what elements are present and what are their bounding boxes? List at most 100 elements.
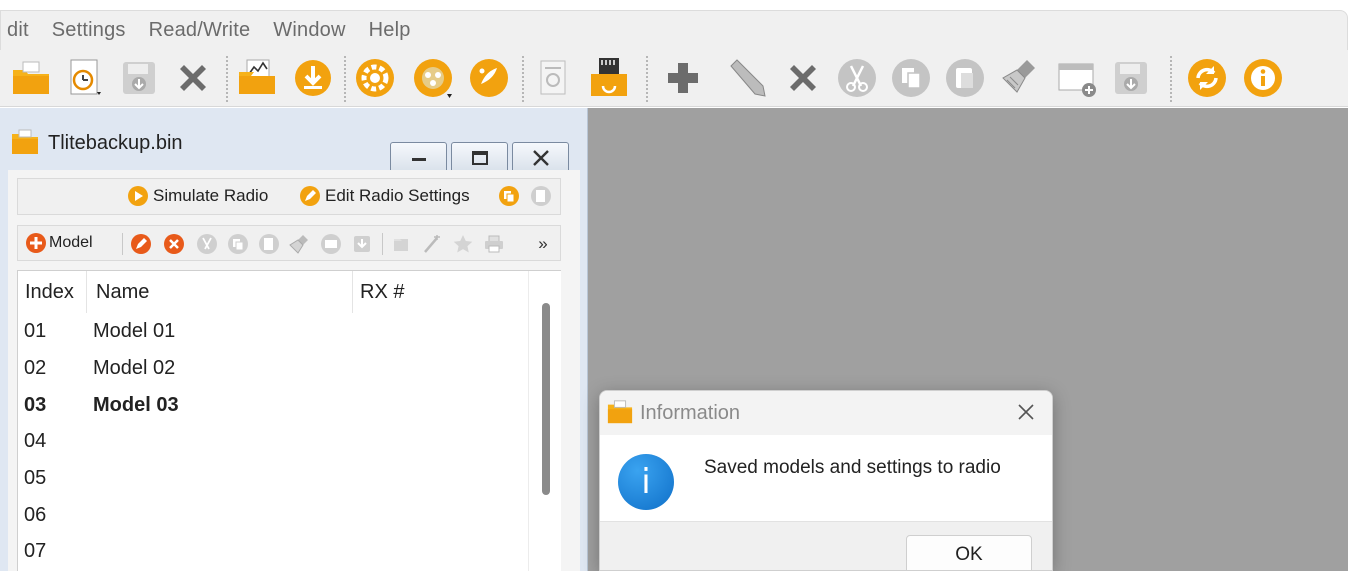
- insert-icon: [321, 234, 341, 254]
- model-label: Model: [49, 234, 93, 251]
- save-icon: [354, 236, 370, 252]
- save-down-icon[interactable]: [1108, 55, 1154, 101]
- pencil-icon[interactable]: [722, 55, 768, 101]
- palette-icon[interactable]: [466, 55, 512, 101]
- row-index: 07: [24, 540, 47, 562]
- row-index: 06: [24, 504, 47, 526]
- ok-button[interactable]: OK: [906, 535, 1032, 570]
- brush-icon: [289, 235, 308, 254]
- insert-model-button[interactable]: [320, 233, 342, 255]
- info-icon[interactable]: [1240, 55, 1286, 101]
- document-icon[interactable]: [530, 55, 576, 101]
- timer-icon[interactable]: [62, 55, 108, 101]
- list-header: Index Name RX #: [18, 271, 529, 313]
- row-name: Model 02: [93, 357, 176, 379]
- add-model-button[interactable]: Model: [25, 232, 93, 254]
- vertical-scrollbar[interactable]: [528, 271, 561, 571]
- column-header-index[interactable]: Index: [25, 281, 74, 304]
- maximize-icon: [471, 151, 488, 165]
- information-icon: i: [618, 454, 674, 510]
- play-icon: [128, 186, 148, 206]
- delete-model-button[interactable]: [163, 233, 185, 255]
- window-content: Simulate Radio Edit Radio Settings Model: [8, 170, 580, 571]
- save-model-button[interactable]: [351, 233, 373, 255]
- chart-folder-icon[interactable]: [234, 55, 280, 101]
- plus-icon[interactable]: [660, 55, 706, 101]
- save-disk-icon[interactable]: [116, 55, 162, 101]
- dialog-titlebar[interactable]: Information: [600, 391, 1052, 435]
- dialog-message: Saved models and settings to radio: [704, 457, 1001, 478]
- paste-icon[interactable]: [942, 55, 988, 101]
- folder-icon: [606, 399, 634, 430]
- table-row[interactable]: 06: [18, 498, 528, 534]
- template-button[interactable]: [390, 233, 412, 255]
- table-row[interactable]: 02 Model 02: [18, 351, 528, 387]
- edit-radio-settings-label: Edit Radio Settings: [325, 186, 470, 205]
- edit-pencil-icon: [300, 186, 320, 206]
- brush-icon[interactable]: [996, 55, 1042, 101]
- column-header-name[interactable]: Name: [96, 281, 149, 304]
- folder-icon: [10, 128, 40, 161]
- information-dialog: Information i Saved models and settings …: [599, 390, 1053, 571]
- edit-model-button[interactable]: [130, 233, 152, 255]
- table-row-selected[interactable]: 03 Model 03: [18, 388, 528, 424]
- edit-radio-settings-button[interactable]: Edit Radio Settings: [299, 185, 470, 207]
- menu-edit[interactable]: dit: [7, 19, 29, 42]
- refresh-icon[interactable]: [1184, 55, 1230, 101]
- copy-icon: [499, 186, 519, 206]
- window-title: Tlitebackup.bin: [48, 132, 183, 154]
- open-folder-icon[interactable]: [8, 55, 54, 101]
- table-row[interactable]: 05: [18, 461, 528, 497]
- dialog-footer: OK: [600, 521, 1052, 570]
- model-toolbar: Model »: [17, 225, 561, 261]
- window-titlebar[interactable]: Tlitebackup.bin: [8, 126, 569, 174]
- cut-model-button[interactable]: [196, 233, 218, 255]
- row-index: 02: [24, 357, 47, 379]
- table-row[interactable]: 01 Model 01: [18, 314, 528, 350]
- scrollbar-thumb[interactable]: [542, 303, 550, 495]
- menu-settings[interactable]: Settings: [52, 19, 126, 42]
- download-icon[interactable]: [290, 55, 336, 101]
- document-icon: [394, 239, 408, 251]
- printer-icon: [485, 235, 503, 253]
- pencil-icon: [131, 234, 151, 254]
- menu-window[interactable]: Window: [273, 19, 345, 42]
- menu-read-write[interactable]: Read/Write: [149, 19, 251, 42]
- table-row[interactable]: 07: [18, 534, 528, 570]
- more-tools-button[interactable]: »: [532, 233, 554, 255]
- paste-model-button[interactable]: [258, 233, 280, 255]
- delete-icon: [164, 234, 184, 254]
- dialog-close-button[interactable]: [1014, 400, 1038, 424]
- paste-icon: [531, 186, 551, 206]
- close-x-icon[interactable]: [780, 55, 826, 101]
- column-header-rx[interactable]: RX #: [360, 281, 404, 304]
- row-index: 04: [24, 430, 47, 452]
- main-toolbar: [0, 50, 1348, 107]
- window-add-icon[interactable]: [1054, 55, 1100, 101]
- radio-paste-button[interactable]: [530, 185, 556, 207]
- close-icon: [532, 150, 549, 166]
- delete-x-icon[interactable]: [170, 55, 216, 101]
- model-list-window: Tlitebackup.bin Simulate Radio Edit Radi…: [0, 108, 588, 571]
- radio-toolbar: Simulate Radio Edit Radio Settings: [17, 178, 561, 215]
- simulate-radio-label: Simulate Radio: [153, 186, 269, 205]
- scissors-icon[interactable]: [834, 55, 880, 101]
- radio-copy-button[interactable]: [498, 185, 524, 207]
- table-row[interactable]: 04: [18, 424, 528, 460]
- film-reel-icon[interactable]: [410, 55, 456, 101]
- close-icon: [1018, 404, 1034, 420]
- model-list: Index Name RX # 01 Model 01 02 Model 02 …: [17, 270, 561, 571]
- sd-card-folder-icon[interactable]: [586, 55, 632, 101]
- row-index: 05: [24, 467, 47, 489]
- simulate-radio-button[interactable]: Simulate Radio: [127, 185, 268, 207]
- print-button[interactable]: [483, 233, 505, 255]
- favorite-button[interactable]: [452, 233, 474, 255]
- copy-model-button[interactable]: [227, 233, 249, 255]
- copy-icon[interactable]: [888, 55, 934, 101]
- menu-bar: dit Settings Read/Write Window Help: [0, 10, 1348, 50]
- gear-icon[interactable]: [352, 55, 398, 101]
- magic-wand-icon: [424, 235, 440, 253]
- clear-model-button[interactable]: [289, 233, 311, 255]
- menu-help[interactable]: Help: [369, 19, 411, 42]
- wizard-button[interactable]: [421, 233, 443, 255]
